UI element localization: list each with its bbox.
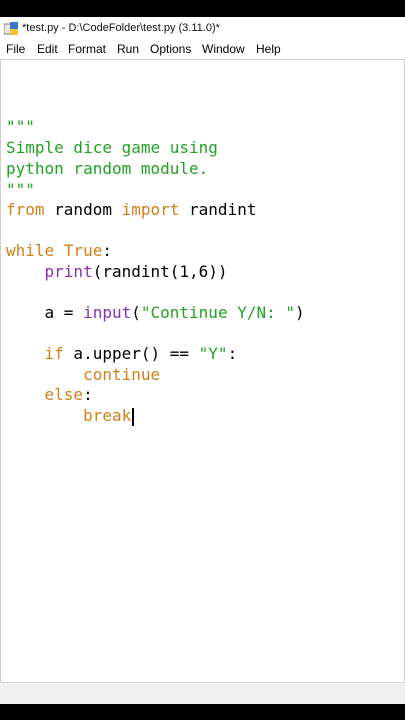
- code-string: python random module.: [6, 159, 209, 178]
- code-keyword: else: [44, 385, 84, 404]
- code-keyword: continue: [83, 365, 161, 384]
- menu-file[interactable]: File: [6, 42, 25, 56]
- code-line: from random import randint: [6, 200, 256, 220]
- code-text: ): [295, 303, 305, 322]
- code-line: else:: [6, 385, 93, 405]
- menu-window[interactable]: Window: [202, 42, 245, 56]
- code-line: """: [6, 117, 35, 137]
- code-line: """: [6, 180, 35, 200]
- code-keyword: from: [6, 200, 45, 219]
- text-cursor: [132, 407, 135, 426]
- menu-format[interactable]: Format: [68, 42, 106, 56]
- menu-options[interactable]: Options: [150, 42, 191, 56]
- python-idle-icon: [4, 22, 18, 35]
- code-string: """: [6, 180, 35, 199]
- idle-editor-window: *test.py - D:\CodeFolder\test.py (3.11.0…: [0, 17, 405, 704]
- code-keyword: True: [63, 241, 103, 260]
- code-builtin: print: [44, 262, 93, 281]
- code-line: while True:: [6, 241, 112, 261]
- code-string: "Continue Y/N: ": [140, 303, 295, 322]
- code-text: :: [102, 241, 112, 260]
- window-title: *test.py - D:\CodeFolder\test.py (3.11.0…: [22, 22, 220, 34]
- menu-edit[interactable]: Edit: [37, 42, 58, 56]
- code-line: Simple dice game using: [6, 138, 218, 158]
- menu-bar: File Edit Format Run Options Window Help: [0, 39, 405, 59]
- code-text: random: [44, 200, 122, 219]
- code-keyword: while: [6, 241, 55, 260]
- code-keyword: import: [121, 200, 180, 219]
- code-keyword: break: [83, 406, 132, 425]
- code-line: break: [6, 406, 135, 426]
- code-text: randint: [179, 200, 257, 219]
- code-editor[interactable]: """ Simple dice game using python random…: [0, 59, 405, 682]
- code-string: Simple dice game using: [6, 138, 218, 157]
- code-text: (: [131, 303, 141, 322]
- menu-help[interactable]: Help: [256, 42, 281, 56]
- code-text: :: [227, 344, 238, 363]
- code-line: a = input("Continue Y/N: "): [6, 303, 305, 323]
- status-bar: [0, 682, 405, 704]
- code-string: "Y": [198, 344, 228, 363]
- code-line: if a.upper() == "Y":: [6, 344, 238, 364]
- code-keyword: if: [44, 344, 64, 363]
- code-line: print(randint(1,6)): [6, 262, 228, 282]
- code-line: python random module.: [6, 159, 208, 179]
- code-line: continue: [6, 365, 160, 385]
- code-builtin: input: [83, 303, 132, 322]
- menu-run[interactable]: Run: [117, 42, 139, 56]
- code-string: """: [6, 117, 35, 136]
- code-text: (randint(1,6)): [92, 262, 228, 281]
- code-text: :: [83, 385, 93, 404]
- code-text: a.upper() ==: [63, 344, 199, 363]
- code-text: a =: [6, 303, 84, 322]
- title-bar[interactable]: *test.py - D:\CodeFolder\test.py (3.11.0…: [0, 17, 405, 39]
